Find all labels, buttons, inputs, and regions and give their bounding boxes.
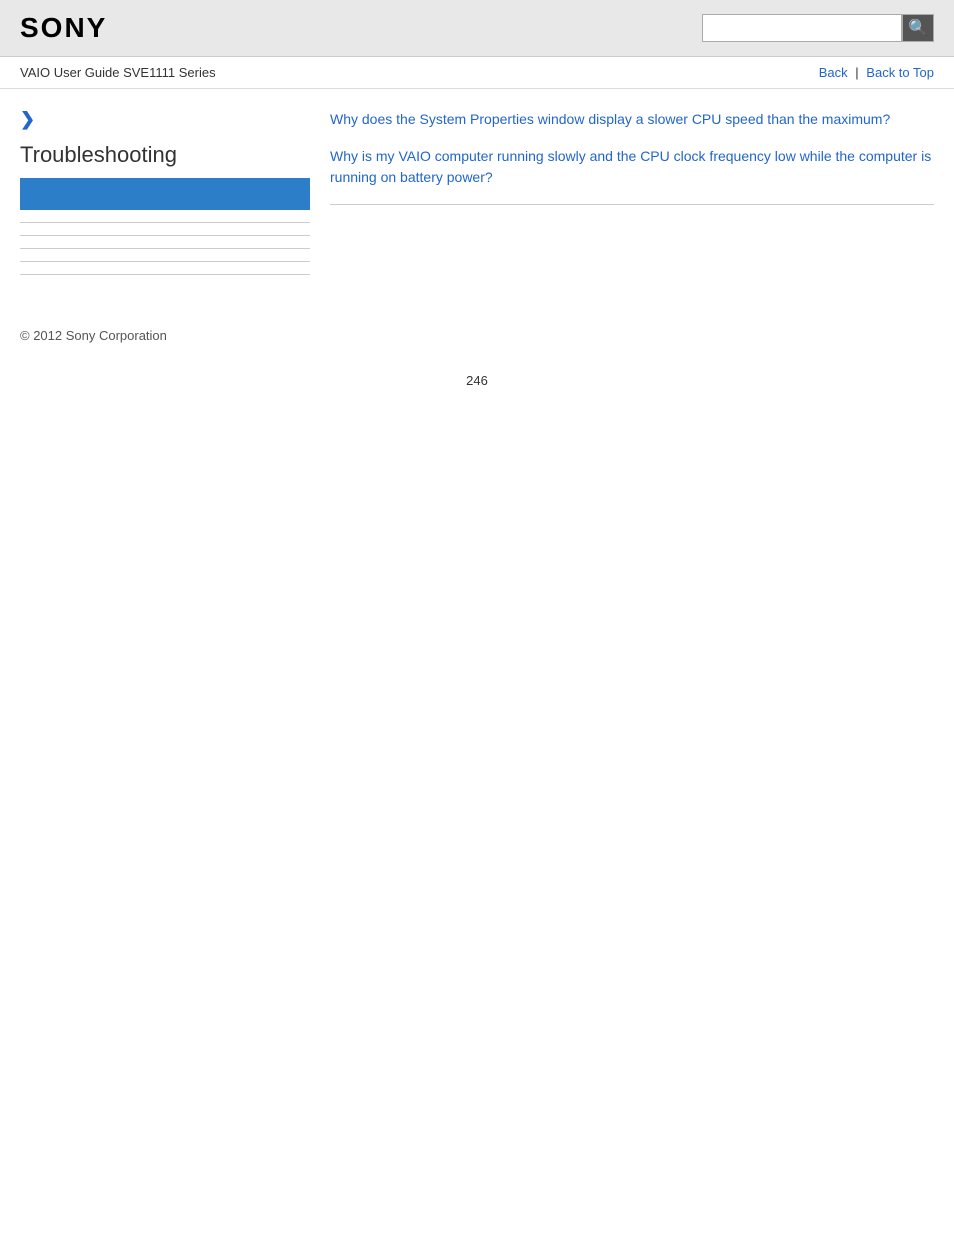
page-number: 246 bbox=[0, 353, 954, 408]
search-button[interactable]: 🔍 bbox=[902, 14, 934, 42]
content-link-2[interactable]: Why is my VAIO computer running slowly a… bbox=[330, 146, 934, 188]
main-content: ❯ Troubleshooting Why does the System Pr… bbox=[0, 89, 954, 307]
back-to-top-link[interactable]: Back to Top bbox=[866, 65, 934, 80]
sidebar-divider-5 bbox=[20, 274, 310, 275]
header: SONY 🔍 bbox=[0, 0, 954, 57]
guide-title: VAIO User Guide SVE1111 Series bbox=[20, 65, 216, 80]
nav-bar: VAIO User Guide SVE1111 Series Back | Ba… bbox=[0, 57, 954, 89]
back-link[interactable]: Back bbox=[819, 65, 848, 80]
sidebar-title: Troubleshooting bbox=[20, 142, 310, 168]
copyright-text: © 2012 Sony Corporation bbox=[20, 328, 167, 343]
nav-links: Back | Back to Top bbox=[819, 65, 934, 80]
sidebar-chevron-icon[interactable]: ❯ bbox=[20, 109, 310, 130]
nav-separator: | bbox=[855, 65, 858, 80]
search-icon: 🔍 bbox=[908, 18, 928, 38]
sidebar-divider-2 bbox=[20, 235, 310, 236]
sidebar: ❯ Troubleshooting bbox=[20, 109, 310, 287]
search-input[interactable] bbox=[702, 14, 902, 42]
sidebar-active-item[interactable] bbox=[20, 178, 310, 210]
search-area: 🔍 bbox=[702, 14, 934, 42]
footer: © 2012 Sony Corporation bbox=[0, 307, 954, 353]
sidebar-divider-3 bbox=[20, 248, 310, 249]
sidebar-divider-1 bbox=[20, 222, 310, 223]
content-area: Why does the System Properties window di… bbox=[330, 109, 934, 287]
sidebar-divider-4 bbox=[20, 261, 310, 262]
content-link-1[interactable]: Why does the System Properties window di… bbox=[330, 109, 934, 130]
sony-logo: SONY bbox=[20, 12, 107, 44]
content-divider bbox=[330, 204, 934, 205]
